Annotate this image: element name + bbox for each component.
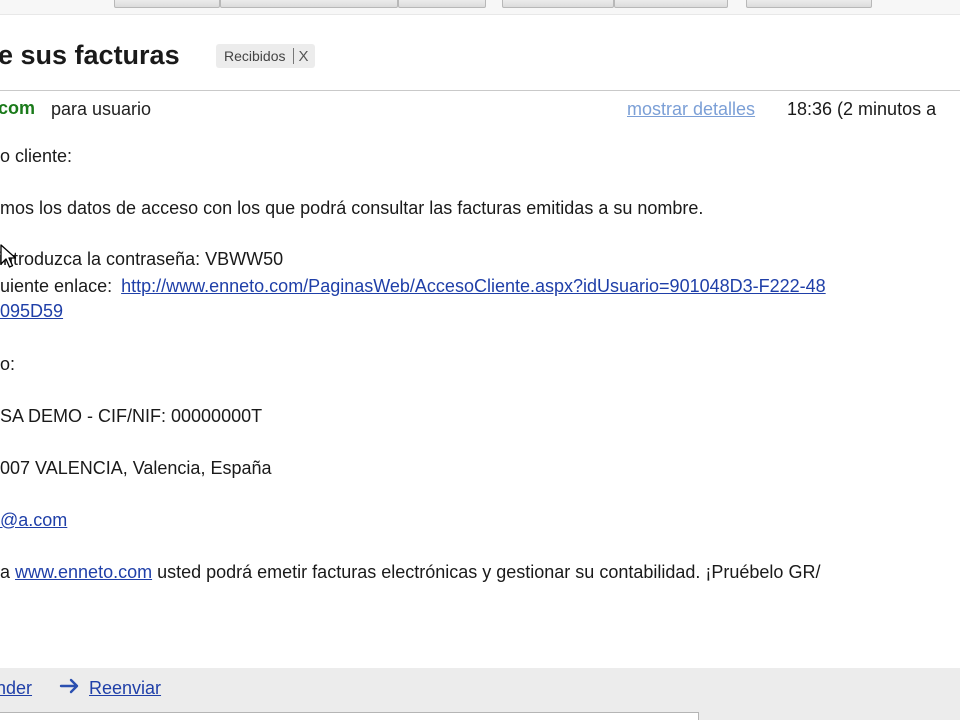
promo-link[interactable]: www.enneto.com <box>15 562 152 582</box>
company-line: SA DEMO - CIF/NIF: 00000000T <box>0 406 263 426</box>
address-line: 007 VALENCIA, Valencia, España <box>0 458 272 478</box>
label-name[interactable]: Recibidos <box>224 48 285 64</box>
mouse-pointer-icon <box>0 244 17 268</box>
recipient-label: para usuario <box>51 99 152 119</box>
remove-label-icon[interactable]: X <box>298 48 308 65</box>
access-link-line: uiente enlace: http://www.enneto.com/Pag… <box>0 276 826 297</box>
show-details-link[interactable]: mostrar detalles <box>627 99 755 120</box>
access-link-continuation: 095D59 <box>0 301 63 322</box>
email-line: @a.com <box>0 510 67 531</box>
toolbar-button[interactable] <box>614 0 728 8</box>
reply-box[interactable] <box>0 712 699 720</box>
password-line: introduzca la contraseña: VBWW50 <box>0 249 284 269</box>
subject-row: e sus facturas Recibidos X <box>0 38 960 78</box>
contact-email-link[interactable]: @a.com <box>0 510 67 530</box>
toolbar-button[interactable] <box>502 0 614 8</box>
message-time: 18:36 (2 minutos a <box>787 99 937 119</box>
toolbar-button[interactable] <box>114 0 220 8</box>
header-divider <box>0 90 960 91</box>
toolbar <box>0 0 960 15</box>
email-subject: e sus facturas <box>0 40 180 70</box>
link-prefix: uiente enlace: <box>0 276 118 296</box>
reply-bar: nder Reenviar <box>0 668 960 720</box>
signature-intro: o: <box>0 354 16 374</box>
toolbar-button[interactable] <box>220 0 398 8</box>
access-link[interactable]: http://www.enneto.com/PaginasWeb/AccesoC… <box>121 276 826 296</box>
greeting-line: o cliente: <box>0 146 73 166</box>
toolbar-button[interactable] <box>398 0 486 8</box>
sender-row: com para usuario mostrar detalles 18:36 … <box>0 96 960 122</box>
label-chip[interactable]: Recibidos X <box>216 44 315 68</box>
promo-line: a www.enneto.com usted podrá emetir fact… <box>0 562 820 583</box>
intro-line: mos los datos de acceso con los que podr… <box>0 198 704 218</box>
email-view: e sus facturas Recibidos X com para usua… <box>0 0 960 720</box>
chip-divider <box>293 48 295 64</box>
toolbar-button[interactable] <box>746 0 872 8</box>
forward-link[interactable]: Reenviar <box>89 678 161 699</box>
promo-prefix: a <box>0 562 16 582</box>
access-link-continued[interactable]: 095D59 <box>0 301 63 321</box>
sender-address[interactable]: com <box>0 98 35 119</box>
forward-arrow-icon <box>59 678 79 694</box>
promo-text: usted podrá emetir facturas electrónicas… <box>152 562 821 582</box>
reply-link[interactable]: nder <box>0 678 32 699</box>
